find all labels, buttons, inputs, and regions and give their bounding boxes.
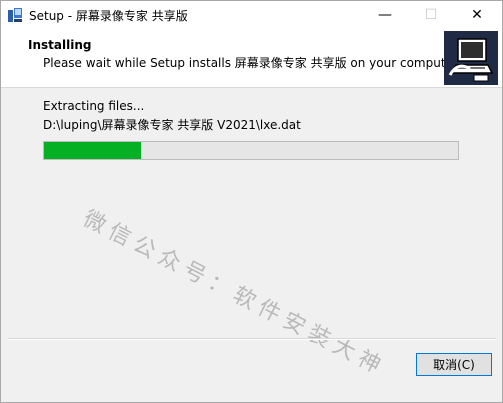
maximize-button[interactable]: ☐ [408,1,454,29]
title-bar[interactable]: Setup - 屏幕录像专家 共享版 — ☐ ✕ [1,1,502,29]
install-progress-bar [43,141,459,160]
wizard-header: Installing Please wait while Setup insta… [1,29,502,88]
progress-fill [44,142,142,159]
installer-computer-icon [444,31,498,85]
setup-window: Setup - 屏幕录像专家 共享版 — ☐ ✕ Installing Plea… [0,0,503,403]
maximize-icon: ☐ [424,7,438,23]
window-title: Setup - 屏幕录像专家 共享版 [29,9,188,23]
cancel-button[interactable]: 取消(C) [416,353,492,376]
watermark-text: 微信公众号：软件安装大神 [78,206,390,382]
minimize-icon: — [378,7,392,23]
minimize-button[interactable]: — [362,1,408,29]
page-subtitle: Please wait while Setup installs 屏幕录像专家 … [43,56,461,70]
close-button[interactable]: ✕ [454,1,500,29]
status-text: Extracting files... [43,99,145,113]
setup-app-icon [7,7,23,23]
footer-divider-highlight [8,339,496,340]
current-file-path: D:\luping\屏幕录像专家 共享版 V2021\lxe.dat [43,118,301,132]
close-icon: ✕ [471,7,483,23]
page-title: Installing [28,38,92,52]
